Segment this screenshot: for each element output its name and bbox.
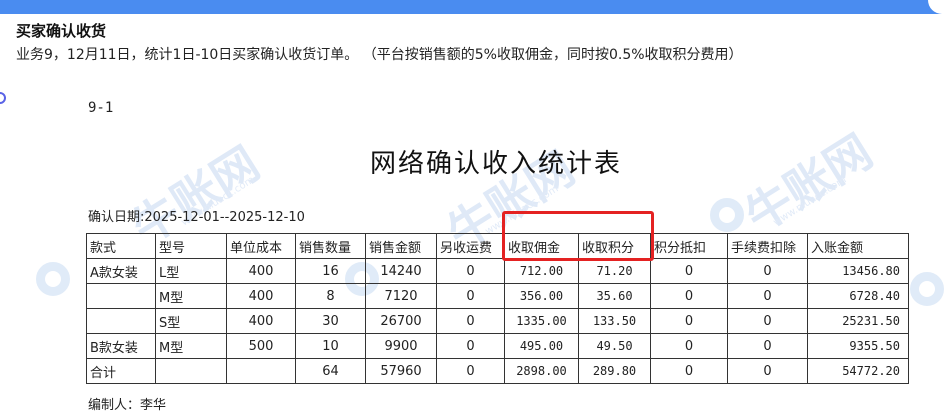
table-cell: 1335.00: [504, 308, 579, 334]
table-cell: 500: [226, 333, 296, 359]
table-cell: [86, 308, 156, 334]
table-cell: 6728.40: [807, 283, 909, 309]
column-header: 款式: [86, 233, 156, 259]
table-cell: 25231.50: [807, 308, 909, 334]
table-row: M型 400 8 7120 0 356.00 35.60 0 0 6728.40: [86, 283, 909, 309]
watermark-logo-icon: [910, 272, 944, 306]
table-cell: 10: [295, 333, 366, 359]
table-cell: 49.50: [578, 333, 651, 359]
watermark-logo-icon: [710, 198, 744, 232]
table-cell: 133.50: [578, 308, 651, 334]
table-cell: 495.00: [504, 333, 579, 359]
table-cell: [86, 283, 156, 309]
table-cell: 0: [436, 333, 505, 359]
table-cell: 64: [295, 358, 366, 384]
table-cell: 0: [650, 258, 728, 284]
table-cell: 14240: [365, 258, 437, 284]
table-cell: 30: [295, 308, 366, 334]
top-bar-corner: [928, 0, 946, 14]
table-cell: M型: [155, 283, 227, 309]
table-cell: 35.60: [578, 283, 651, 309]
table-cell: 0: [436, 283, 505, 309]
table-cell: 16: [295, 258, 366, 284]
table-row: S型 400 30 26700 0 1335.00 133.50 0 0 252…: [86, 308, 909, 334]
watermark-logo-icon: [36, 262, 70, 296]
column-header: 另收运费: [436, 233, 505, 259]
table-cell: 356.00: [504, 283, 579, 309]
column-header: 入账金额: [807, 233, 909, 259]
table-cell: 9900: [365, 333, 437, 359]
table-cell: 0: [727, 258, 808, 284]
table-total-row: 合计 64 57960 0 2898.00 289.80 0 0 54772.2…: [86, 358, 909, 384]
table-cell: 26700: [365, 308, 437, 334]
table-cell: [155, 358, 227, 384]
table-cell: 57960: [365, 358, 437, 384]
task-description: 业务9，12月11日，统计1日-10日买家确认收货订单。 （平台按销售额的5%收…: [16, 47, 743, 63]
watermark-text: 牛账网: [735, 124, 882, 244]
table-cell: L型: [155, 258, 227, 284]
column-header: 销售金额: [365, 233, 437, 259]
column-header: 收取佣金: [504, 233, 579, 259]
table-cell: 7120: [365, 283, 437, 309]
page-heading: 买家确认收货: [16, 22, 107, 40]
table-cell: 9355.50: [807, 333, 909, 359]
table-cell: 0: [727, 333, 808, 359]
confirm-date: 确认日期:2025-12-01--2025-12-10: [88, 210, 305, 225]
table-cell: S型: [155, 308, 227, 334]
table-cell: M型: [155, 333, 227, 359]
column-header: 型号: [155, 233, 227, 259]
column-header: 单位成本: [226, 233, 296, 259]
document-title: 网络确认收入统计表: [370, 149, 623, 179]
top-accent-bar: [0, 0, 946, 14]
circle-marker-icon[interactable]: [0, 92, 6, 104]
table-cell: 71.20: [578, 258, 651, 284]
table-cell: 0: [727, 283, 808, 309]
table-cell: A款女装: [86, 258, 156, 284]
table-cell: 400: [226, 283, 296, 309]
column-header: 销售数量: [295, 233, 366, 259]
table-cell: 400: [226, 308, 296, 334]
table-cell: 289.80: [578, 358, 651, 384]
table-cell: 8: [295, 283, 366, 309]
table-cell: 合计: [86, 358, 156, 384]
watermark-url: www.niuacc.com: [771, 174, 849, 229]
table-cell: 2898.00: [504, 358, 579, 384]
table-cell: 712.00: [504, 258, 579, 284]
column-header: 收取积分: [578, 233, 651, 259]
table-cell: 0: [436, 258, 505, 284]
table-cell: 0: [650, 358, 728, 384]
table-cell: 0: [650, 308, 728, 334]
document-code: 9-1: [88, 100, 114, 116]
watermark-url: www.niuacc.com: [483, 183, 561, 238]
table-row: B款女装 M型 500 10 9900 0 495.00 49.50 0 0 9…: [86, 333, 909, 359]
column-header: 手续费扣除: [727, 233, 808, 259]
table-cell: 0: [436, 308, 505, 334]
table-cell: 400: [226, 258, 296, 284]
table-cell: B款女装: [86, 333, 156, 359]
table-cell: 0: [650, 333, 728, 359]
table-cell: 0: [727, 308, 808, 334]
column-header: 积分抵扣: [650, 233, 728, 259]
table-cell: [226, 358, 296, 384]
table-cell: 13456.80: [807, 258, 909, 284]
table-cell: 54772.20: [807, 358, 909, 384]
table-cell: 0: [650, 283, 728, 309]
table-cell: 0: [436, 358, 505, 384]
table-row: A款女装 L型 400 16 14240 0 712.00 71.20 0 0 …: [86, 258, 909, 284]
income-stats-table: 款式 型号 单位成本 销售数量 销售金额 另收运费 收取佣金 收取积分 积分抵扣…: [86, 233, 909, 384]
editor-name: 编制人：李华: [88, 398, 167, 413]
table-cell: 0: [727, 358, 808, 384]
table-header-row: 款式 型号 单位成本 销售数量 销售金额 另收运费 收取佣金 收取积分 积分抵扣…: [86, 233, 909, 259]
